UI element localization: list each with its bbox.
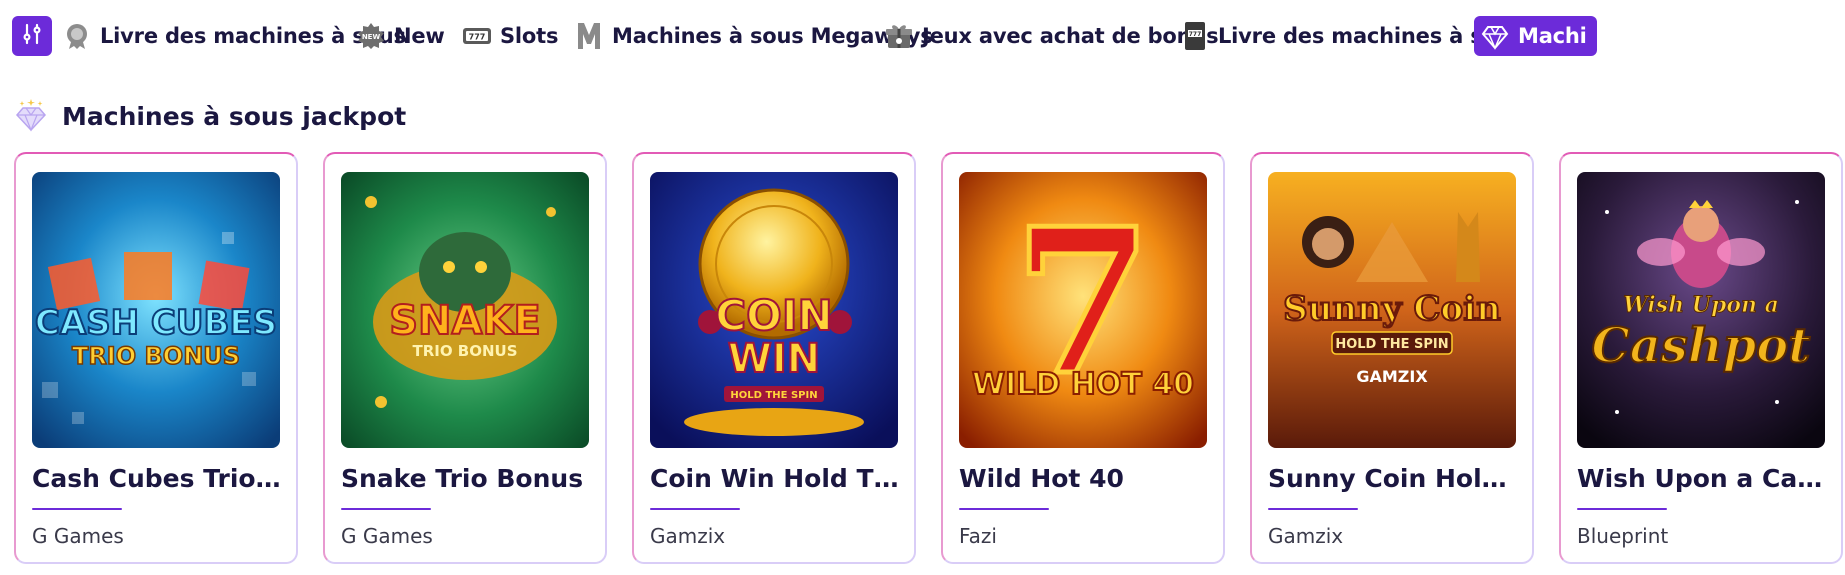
game-provider: Gamzix xyxy=(1268,524,1344,548)
category-new[interactable]: NEW New xyxy=(356,16,445,56)
gift-box-icon xyxy=(884,21,914,51)
game-title[interactable]: Snake Trio Bonus xyxy=(341,464,593,493)
game-thumbnail[interactable]: Wish Upon a Cashpot xyxy=(1577,172,1825,448)
game-title[interactable]: Wild Hot 40 xyxy=(959,464,1211,493)
category-label: Machi xyxy=(1518,24,1587,48)
book-slot-icon: 777 xyxy=(1180,21,1210,51)
game-card[interactable]: SNAKE TRIO BONUS Snake Trio Bonus G Game… xyxy=(323,152,607,564)
diamond-icon xyxy=(1480,21,1510,51)
art-subtitle: WILD HOT 40 xyxy=(972,367,1194,402)
game-card[interactable]: CASH CUBES TRIO BONUS Cash Cubes Trio ..… xyxy=(14,152,298,564)
section-header: Machines à sous jackpot xyxy=(14,98,406,134)
art-subtitle: TRIO BONUS xyxy=(72,342,240,370)
art-subtitle: Cashpot xyxy=(1592,318,1811,374)
svg-text:NEW: NEW xyxy=(362,33,381,41)
game-thumbnail[interactable]: 7 WILD HOT 40 xyxy=(959,172,1207,448)
game-title[interactable]: Coin Win Hold Th... xyxy=(650,464,902,493)
divider xyxy=(1268,508,1358,510)
category-book-of-slots-2[interactable]: 777 Livre des machines à sous xyxy=(1180,16,1524,56)
game-card[interactable]: COIN WIN HOLD THE SPIN Coin Win Hold Th.… xyxy=(632,152,916,564)
777-slot-icon: 777 xyxy=(462,21,492,51)
category-megaways[interactable]: Machines à sous Megaways xyxy=(574,16,933,56)
game-card[interactable]: Wish Upon a Cashpot Wish Upon a Cas... B… xyxy=(1559,152,1843,564)
section-title: Machines à sous jackpot xyxy=(62,101,407,131)
divider xyxy=(650,508,740,510)
category-jackpot-slots[interactable]: Machi xyxy=(1474,16,1597,56)
game-title[interactable]: Wish Upon a Cas... xyxy=(1577,464,1829,493)
divider xyxy=(32,508,122,510)
art-title: COIN xyxy=(715,291,832,340)
category-bonus-buy[interactable]: Jeux avec achat de bonus xyxy=(884,16,1219,56)
category-bar: Livre des machines à sous NEW New 777 Sl… xyxy=(0,0,1845,72)
game-card[interactable]: Sunny Coin HOLD THE SPIN GAMZIX Sunny Co… xyxy=(1250,152,1534,564)
art-caption: GAMZIX xyxy=(1356,367,1428,386)
art-subtitle: TRIO BONUS xyxy=(412,342,517,360)
diamond-icon xyxy=(14,98,50,134)
sliders-icon xyxy=(20,22,44,50)
game-provider: G Games xyxy=(341,524,433,548)
category-label: Jeux avec achat de bonus xyxy=(922,24,1219,48)
game-thumbnail[interactable]: COIN WIN HOLD THE SPIN xyxy=(650,172,898,448)
game-thumbnail[interactable]: SNAKE TRIO BONUS xyxy=(341,172,589,448)
art-subtitle: HOLD THE SPIN xyxy=(1335,337,1448,352)
art-title: SNAKE xyxy=(389,298,541,344)
art-title: Sunny Coin xyxy=(1283,289,1501,329)
art-title: CASH CUBES xyxy=(35,303,277,343)
megaways-m-icon xyxy=(574,21,604,51)
divider xyxy=(341,508,431,510)
new-badge-icon: NEW xyxy=(356,21,386,51)
game-thumbnail[interactable]: Sunny Coin HOLD THE SPIN GAMZIX xyxy=(1268,172,1516,448)
art-caption: HOLD THE SPIN xyxy=(730,390,817,401)
svg-text:777: 777 xyxy=(469,33,486,42)
art-subtitle: WIN xyxy=(728,336,820,382)
category-book-of-slots[interactable]: Livre des machines à sous xyxy=(62,16,406,56)
game-provider: Blueprint xyxy=(1577,524,1669,548)
game-provider: Fazi xyxy=(959,524,997,548)
category-label: Slots xyxy=(500,24,559,48)
divider xyxy=(959,508,1049,510)
divider xyxy=(1577,508,1667,510)
game-title[interactable]: Sunny Coin Hold ... xyxy=(1268,464,1520,493)
game-card[interactable]: 7 WILD HOT 40 Wild Hot 40 Fazi xyxy=(941,152,1225,564)
game-thumbnail[interactable]: CASH CUBES TRIO BONUS xyxy=(32,172,280,448)
award-badge-icon xyxy=(62,21,92,51)
art-title: Wish Upon a xyxy=(1623,292,1779,318)
game-provider: Gamzix xyxy=(650,524,726,548)
category-label: New xyxy=(394,24,445,48)
svg-text:777: 777 xyxy=(1189,31,1202,38)
game-title[interactable]: Cash Cubes Trio ... xyxy=(32,464,284,493)
game-provider: G Games xyxy=(32,524,124,548)
filter-button[interactable] xyxy=(12,16,52,56)
category-slots[interactable]: 777 Slots xyxy=(462,16,558,56)
